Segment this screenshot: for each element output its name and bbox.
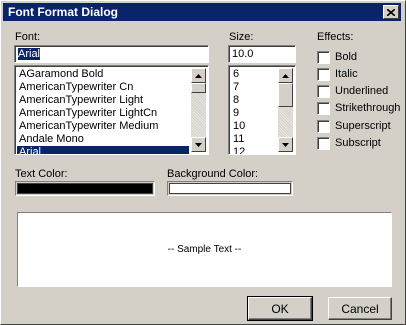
- checkbox[interactable]: [317, 68, 330, 81]
- checkbox-label: Strikethrough: [335, 102, 401, 114]
- checkbox-label: Underlined: [335, 85, 389, 97]
- ok-button[interactable]: OK: [247, 296, 313, 321]
- checkbox[interactable]: [317, 137, 330, 150]
- font-list-item[interactable]: AmericanTypewriter Medium: [17, 120, 189, 133]
- checkbox-label: Subscript: [335, 137, 381, 149]
- font-scroll-down-button[interactable]: [191, 137, 206, 152]
- font-label: Font:: [15, 31, 41, 43]
- size-list-item[interactable]: 11: [231, 133, 276, 146]
- background-color-swatch[interactable]: [167, 181, 293, 196]
- checkbox-label: Italic: [335, 68, 358, 80]
- font-input-value: Arial: [18, 48, 41, 60]
- background-color-fill: [169, 183, 291, 194]
- font-list-item[interactable]: AGaramond Bold: [17, 68, 189, 81]
- size-input-value: 10.0: [232, 48, 254, 60]
- arrow-up-icon: [195, 73, 202, 78]
- size-scroll-down-button[interactable]: [278, 137, 293, 152]
- size-scroll-up-button[interactable]: [278, 68, 293, 83]
- text-color-fill: [17, 183, 153, 194]
- font-format-dialog: Font Format Dialog Font: Arial AGaramond…: [0, 0, 406, 325]
- sample-preview: -- Sample Text --: [17, 212, 392, 287]
- close-icon: [387, 8, 395, 16]
- checkbox[interactable]: [317, 85, 330, 98]
- font-list[interactable]: AGaramond Bold AmericanTypewriter Cn Ameri…: [14, 65, 209, 155]
- size-list-item[interactable]: 8: [231, 94, 276, 107]
- font-list-scrollbar[interactable]: [191, 68, 206, 152]
- background-color-label: Background Color:: [167, 168, 259, 180]
- text-color-label: Text Color:: [15, 168, 68, 180]
- font-list-item[interactable]: AmericanTypewriter Cn: [17, 81, 189, 94]
- font-list-item[interactable]: Andale Mono: [17, 133, 189, 146]
- size-list-item[interactable]: 12: [231, 146, 276, 154]
- font-list-item[interactable]: Arial: [17, 146, 189, 154]
- font-scroll-up-button[interactable]: [191, 68, 206, 83]
- checkbox-label: Superscript: [335, 120, 391, 132]
- arrow-down-icon: [282, 142, 289, 147]
- size-scroll-thumb[interactable]: [278, 83, 293, 107]
- arrow-down-icon: [195, 142, 202, 147]
- size-label: Size:: [229, 31, 254, 43]
- font-list-item[interactable]: AmericanTypewriter Light: [17, 94, 189, 107]
- size-list-item[interactable]: 7: [231, 81, 276, 94]
- arrow-up-icon: [282, 73, 289, 78]
- title-bar: Font Format Dialog: [3, 3, 401, 21]
- size-list-item[interactable]: 9: [231, 107, 276, 120]
- checkbox[interactable]: [317, 51, 330, 64]
- effects-label: Effects:: [317, 31, 354, 43]
- font-list-item[interactable]: AmericanTypewriter LightCn: [17, 107, 189, 120]
- size-list-item[interactable]: 6: [231, 68, 276, 81]
- text-color-swatch[interactable]: [15, 181, 155, 196]
- checkbox[interactable]: [317, 120, 330, 133]
- font-input[interactable]: Arial: [14, 45, 209, 63]
- checkbox-label: Bold: [335, 51, 358, 63]
- sample-text: -- Sample Text --: [167, 244, 242, 255]
- size-list[interactable]: 6 7 8 9 10 11 12: [228, 65, 296, 155]
- cancel-button[interactable]: Cancel: [328, 297, 392, 320]
- close-button[interactable]: [383, 5, 399, 19]
- size-list-scrollbar[interactable]: [278, 68, 293, 152]
- size-input[interactable]: 10.0: [228, 45, 296, 63]
- size-list-item[interactable]: 10: [231, 120, 276, 133]
- font-scroll-thumb[interactable]: [191, 83, 206, 93]
- checkbox[interactable]: [317, 102, 330, 115]
- dialog-title: Font Format Dialog: [8, 5, 118, 19]
